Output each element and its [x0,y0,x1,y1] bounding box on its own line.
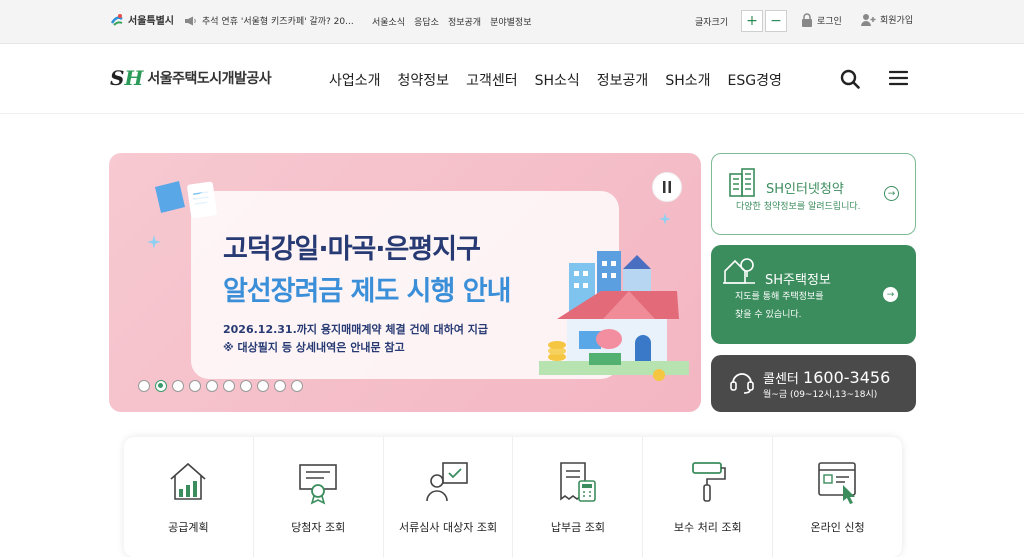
call-center-hours: 월~금 (09~12시,13~18시) [763,390,878,400]
login-link[interactable]: 로그인 [801,13,842,27]
call-center-card[interactable]: 콜센터 1600-3456 월~금 (09~12시,13~18시) [711,355,916,412]
nav-business[interactable]: 사업소개 [329,70,381,90]
top-links: 서울소식 응답소 정보공개 분야별정보 [372,15,532,28]
paint-roller-icon [691,462,726,502]
hamburger-menu-icon[interactable] [889,70,908,86]
top-link-info-disclosure[interactable]: 정보공개 [448,15,481,28]
main-header: SH 서울주택도시개발공사 사업소개 청약정보 고객센터 SH소식 정보공개 S… [0,44,1024,114]
hero-title-2: 알선장려금 제도 시행 안내 [223,276,511,307]
slide-dot-8[interactable] [257,380,269,392]
nav-disclosure[interactable]: 정보공개 [597,70,649,90]
building-icon [729,168,755,197]
notice-text[interactable]: 추석 연휴 '서울형 키즈카페' 갈까? 20... [202,14,354,27]
nav-esg[interactable]: ESG경영 [728,70,782,90]
service-label: 서류심사 대상자 조회 [399,521,498,534]
arrow-right-icon: → [884,186,899,201]
slide-dot-7[interactable] [240,380,252,392]
sh-logo-mark: SH [110,66,143,90]
search-icon[interactable] [840,69,860,89]
top-link-seoul-news[interactable]: 서울소식 [372,15,405,28]
slide-dot-4[interactable] [189,380,201,392]
slide-dot-3[interactable] [172,380,184,392]
seoul-city-logo[interactable]: 서울특별시 [110,12,174,27]
service-payment-lookup[interactable]: 납부금 조회 [513,437,644,557]
quick-services-bar: 공급계획 당첨자 조회 서류심사 대상자 조회 납부금 조회 보수 처리 조회 … [124,437,902,557]
slide-pagination [138,380,303,392]
slide-pause-button[interactable] [652,172,682,202]
housing-info-card[interactable]: SH주택정보 지도를 통해 주택정보를 찾을 수 있습니다. → [711,245,916,344]
arrow-right-icon: → [883,287,898,302]
font-decrease-button[interactable]: − [765,10,787,32]
font-increase-button[interactable]: + [741,10,763,32]
nav-sh-intro[interactable]: SH소개 [665,70,710,90]
nav-customer-center[interactable]: 고객센터 [466,70,518,90]
headset-icon [730,373,754,394]
card3-title-group: 콜센터 1600-3456 [763,368,890,387]
service-repair-lookup[interactable]: 보수 처리 조회 [643,437,774,557]
receipt-calculator-icon [560,462,596,502]
slide-dot-5[interactable] [206,380,218,392]
card2-subtitle-2: 찾을 수 있습니다. [735,310,802,320]
slide-dot-9[interactable] [274,380,286,392]
nav-subscription[interactable]: 청약정보 [398,70,450,90]
slide-dot-2[interactable] [155,380,167,392]
top-link-response[interactable]: 응답소 [414,15,439,28]
card1-title: SH인터넷청약 [766,182,844,197]
seoul-logo-icon [110,13,123,26]
nav-sh-news[interactable]: SH소식 [535,70,580,90]
main-nav: 사업소개 청약정보 고객센터 SH소식 정보공개 SH소개 ESG경영 [329,70,782,90]
hero-title-1: 고덕강일·마곡·은평지구 [223,234,481,265]
card1-subtitle: 다양한 청약정보를 알려드립니다. [736,202,861,212]
service-winner-lookup[interactable]: 당첨자 조회 [254,437,384,557]
lock-icon [802,13,812,27]
hero-subtitle-1: 2026.12.31.까지 용지매매계약 체결 건에 대하여 지급 [223,323,488,336]
top-link-field-info[interactable]: 분야별정보 [490,15,531,28]
call-center-number[interactable]: 1600-3456 [803,368,890,387]
service-label: 당첨자 조회 [291,521,346,534]
sparkle-icon [659,213,671,225]
sh-logo-s: S [110,66,125,90]
card2-title: SH주택정보 [765,273,831,288]
hero-subtitle-2: ※ 대상필지 등 상세내역은 안내문 참고 [223,341,405,354]
sh-logo[interactable]: SH 서울주택도시개발공사 [110,66,272,90]
service-online-application[interactable]: 온라인 신청 [773,437,902,557]
megaphone-icon [185,16,196,25]
service-label: 보수 처리 조회 [673,521,742,534]
person-document-icon [426,462,468,502]
login-label: 로그인 [817,16,842,27]
service-label: 납부금 조회 [550,521,605,534]
service-label: 공급계획 [168,521,209,534]
sh-logo-h: H [124,66,144,90]
slide-dot-1[interactable] [138,380,150,392]
house-chart-icon [170,462,206,500]
certificate-icon [299,464,338,505]
notice-ticker[interactable]: 추석 연휴 '서울형 키즈카페' 갈까? 20... [184,14,354,27]
hero-banner[interactable]: 고덕강일·마곡·은평지구 알선장려금 제도 시행 안내 2026.12.31.까… [109,153,701,412]
seoul-logo-text: 서울특별시 [128,16,174,27]
house-illustration [539,251,689,381]
slide-dot-6[interactable] [223,380,235,392]
slide-dot-10[interactable] [291,380,303,392]
map-house-icon [723,258,755,284]
pause-icon [663,181,671,193]
signup-label: 회원가입 [880,16,914,26]
sh-logo-name: 서울주택도시개발공사 [147,71,272,87]
service-label: 온라인 신청 [810,521,865,534]
card3-title: 콜센터 [763,372,799,387]
internet-subscription-card[interactable]: SH인터넷청약 다양한 청약정보를 알려드립니다. → [711,153,916,235]
top-utility-bar: 서울특별시 추석 연휴 '서울형 키즈카페' 갈까? 20... 서울소식 응답… [0,0,1024,44]
user-add-icon [861,14,876,26]
font-size-label: 글자크기 [695,18,729,28]
online-form-icon [817,462,856,504]
service-supply-plan[interactable]: 공급계획 [124,437,254,557]
signup-link[interactable]: 회원가입 [861,13,913,26]
service-document-review[interactable]: 서류심사 대상자 조회 [384,437,514,557]
card2-subtitle-1: 지도를 통해 주택정보를 [735,292,824,302]
sparkle-icon [147,235,161,249]
